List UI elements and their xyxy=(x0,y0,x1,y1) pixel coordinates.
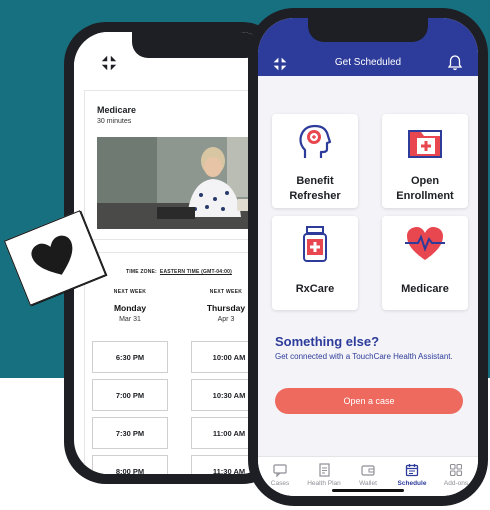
tab-schedule[interactable]: Schedule xyxy=(390,463,434,487)
grid-icon xyxy=(449,463,463,477)
tile-benefit-refresher[interactable]: Benefit Refresher xyxy=(272,114,358,208)
tile-open-enrollment[interactable]: Open Enrollment xyxy=(382,114,468,208)
schedule-card: TIME ZONE: EASTERN TIME (GMT-04:00) NEXT … xyxy=(84,252,274,474)
service-duration: 30 minutes xyxy=(97,118,132,125)
day-name: Monday xyxy=(113,303,147,313)
tile-rxcare[interactable]: RxCare xyxy=(272,216,358,310)
something-else-description: Get connected with a TouchCare Health As… xyxy=(275,352,453,361)
heart-pulse-icon xyxy=(405,227,445,260)
front-phone: Get Scheduled Benefit Refresher Open Enr… xyxy=(248,8,488,506)
something-else-heading: Something else? xyxy=(275,334,380,349)
service-card: Medicare 30 minutes xyxy=(84,90,274,240)
tile-label: Open Enrollment xyxy=(396,175,454,202)
timezone-row: TIME ZONE: EASTERN TIME (GMT-04:00) xyxy=(85,269,273,275)
time-slot[interactable]: 7:00 PM xyxy=(92,379,168,411)
touchcare-logo-icon xyxy=(101,55,117,71)
tab-label: Schedule xyxy=(397,480,427,487)
tile-medicare[interactable]: Medicare xyxy=(382,216,468,310)
front-phone-notch xyxy=(308,18,428,42)
timezone-label: TIME ZONE: xyxy=(126,269,157,275)
tab-wallet[interactable]: Wallet xyxy=(346,463,390,487)
front-phone-screen: Get Scheduled Benefit Refresher Open Enr… xyxy=(258,18,478,496)
time-slot[interactable]: 6:30 PM xyxy=(92,341,168,373)
timezone-value[interactable]: EASTERN TIME (GMT-04:00) xyxy=(160,269,232,275)
tab-label: Add-ons xyxy=(443,480,469,487)
open-case-button[interactable]: Open a case xyxy=(275,388,463,414)
pill-bottle-icon xyxy=(303,226,327,262)
tab-label: Wallet xyxy=(359,480,377,487)
medical-folder-icon xyxy=(408,130,442,158)
tab-label: Health Plan xyxy=(307,480,341,487)
document-icon xyxy=(319,463,330,477)
tab-add-ons[interactable]: Add-ons xyxy=(434,463,478,487)
tab-label: Cases xyxy=(270,480,290,487)
time-slot[interactable]: 7:30 PM xyxy=(92,417,168,449)
day-column-monday: NEXT WEEK Monday Mar 31 xyxy=(85,289,175,323)
tile-label: Medicare xyxy=(401,283,449,295)
tile-label: RxCare xyxy=(295,283,335,295)
chat-icon xyxy=(273,464,287,477)
tab-health-plan[interactable]: Health Plan xyxy=(302,463,346,487)
brain-head-icon xyxy=(299,124,332,158)
home-indicator[interactable] xyxy=(332,489,404,492)
tile-label: Benefit Refresher xyxy=(289,175,341,202)
time-slot[interactable]: 8:00 PM xyxy=(92,455,168,474)
tab-cases[interactable]: Cases xyxy=(258,463,302,487)
heart-icon xyxy=(31,235,73,275)
calendar-icon xyxy=(405,464,419,477)
week-label: NEXT WEEK xyxy=(113,289,147,295)
back-phone-notch xyxy=(132,32,262,58)
page-title: Get Scheduled xyxy=(334,57,402,68)
wallet-icon xyxy=(361,465,375,476)
day-date: Mar 31 xyxy=(119,316,141,323)
back-phone-screen: Medicare 30 minutes TIME ZONE: EASTERN T… xyxy=(74,32,274,474)
service-title: Medicare xyxy=(97,105,137,115)
bell-icon[interactable] xyxy=(448,55,462,71)
